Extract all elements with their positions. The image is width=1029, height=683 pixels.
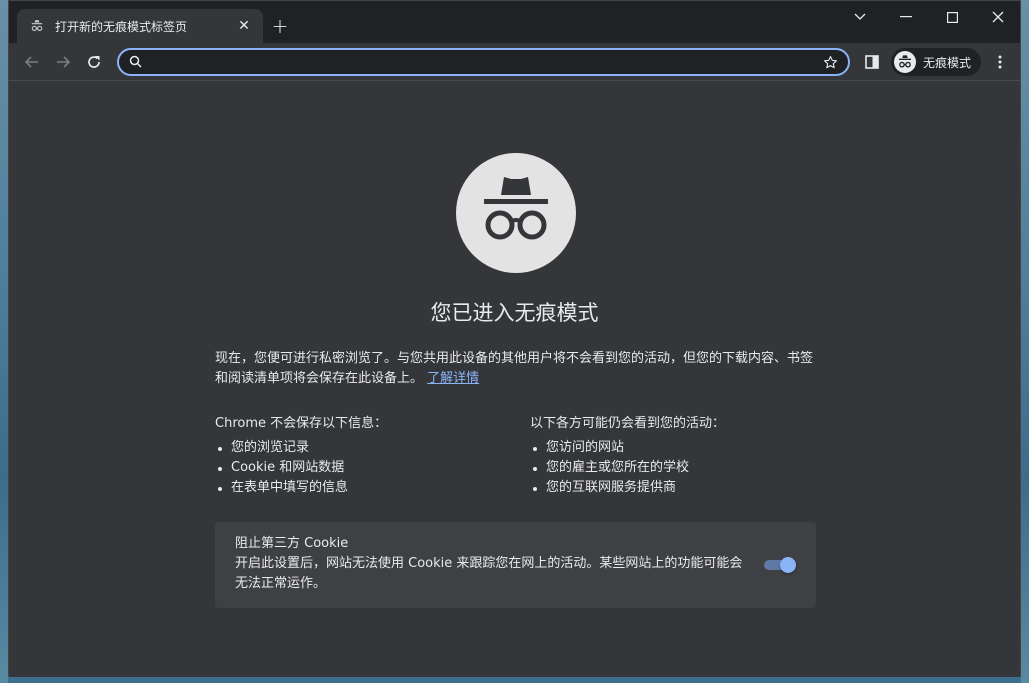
block-cookies-toggle[interactable]: [764, 557, 796, 573]
desktop-background-right: [1021, 0, 1029, 683]
not-saved-section: Chrome 不会保存以下信息： 您的浏览记录 Cookie 和网站数据 在表单…: [215, 414, 515, 498]
desktop-background: [0, 0, 8, 683]
incognito-ntp: 您已进入无痕模式 现在，您便可进行私密浏览了。与您共用此设备的其他用户将不会看到…: [9, 82, 1020, 677]
list-item: 在表单中填写的信息: [215, 478, 515, 498]
tab-title: 打开新的无痕模式标签页: [55, 19, 188, 34]
search-icon: [129, 53, 142, 72]
cookie-card-description: 开启此设置后，网站无法使用 Cookie 来跟踪您在网上的活动。某些网站上的功能…: [235, 556, 743, 591]
chevron-down-icon[interactable]: [837, 1, 883, 33]
page-title: 您已进入无痕模式: [430, 301, 599, 325]
list-item: 您的浏览记录: [215, 438, 515, 458]
more-menu-icon[interactable]: [987, 49, 1013, 75]
browser-window: 打开新的无痕模式标签页 ✕ + 无痕模式 您已进入无痕模式 现在，您便可进行私密…: [8, 0, 1021, 677]
may-see-section: 以下各方可能仍会看到您的活动： 您访问的网站 您的雇主或您所在的学校 您的互联网…: [530, 414, 830, 498]
address-bar[interactable]: [117, 48, 850, 76]
cookie-card-title: 阻止第三方 Cookie: [235, 536, 349, 551]
tab-strip: 打开新的无痕模式标签页 ✕ +: [9, 1, 1020, 43]
incognito-profile-chip[interactable]: 无痕模式: [891, 48, 981, 76]
address-input[interactable]: [150, 54, 823, 70]
list-item: Cookie 和网站数据: [215, 458, 515, 478]
incognito-chip-label: 无痕模式: [923, 55, 972, 70]
minimize-icon[interactable]: [883, 1, 929, 33]
maximize-icon[interactable]: [929, 1, 975, 33]
may-see-list: 您访问的网站 您的雇主或您所在的学校 您的互联网服务提供商: [530, 438, 830, 498]
close-icon[interactable]: [975, 1, 1021, 33]
intro-paragraph: 现在，您便可进行私密浏览了。与您共用此设备的其他用户将不会看到您的活动，但您的下…: [215, 349, 815, 389]
third-party-cookie-card: 阻止第三方 Cookie 开启此设置后，网站无法使用 Cookie 来跟踪您在网…: [215, 522, 816, 608]
reload-icon[interactable]: [81, 49, 107, 75]
not-saved-list: 您的浏览记录 Cookie 和网站数据 在表单中填写的信息: [215, 438, 515, 498]
toolbar: 无痕模式: [9, 43, 1020, 81]
incognito-hero-icon: [456, 153, 576, 273]
learn-more-link[interactable]: 了解详情: [427, 371, 479, 386]
list-item: 您的互联网服务提供商: [530, 478, 830, 498]
list-item: 您访问的网站: [530, 438, 830, 458]
toggle-knob: [780, 557, 796, 573]
back-arrow-icon[interactable]: [19, 49, 45, 75]
may-see-title: 以下各方可能仍会看到您的活动：: [530, 416, 726, 431]
side-panel-icon[interactable]: [859, 49, 885, 75]
incognito-avatar-icon: [894, 51, 916, 73]
incognito-icon: [29, 18, 45, 34]
bookmark-star-icon[interactable]: [823, 55, 838, 70]
tab-incognito[interactable]: 打开新的无痕模式标签页 ✕: [17, 9, 263, 43]
forward-arrow-icon[interactable]: [50, 49, 76, 75]
new-tab-button[interactable]: +: [269, 14, 291, 38]
list-item: 您的雇主或您所在的学校: [530, 458, 830, 478]
not-saved-title: Chrome 不会保存以下信息：: [215, 416, 388, 431]
intro-text: 现在，您便可进行私密浏览了。与您共用此设备的其他用户将不会看到您的活动，但您的下…: [215, 351, 814, 386]
tab-close-icon[interactable]: ✕: [235, 17, 253, 35]
